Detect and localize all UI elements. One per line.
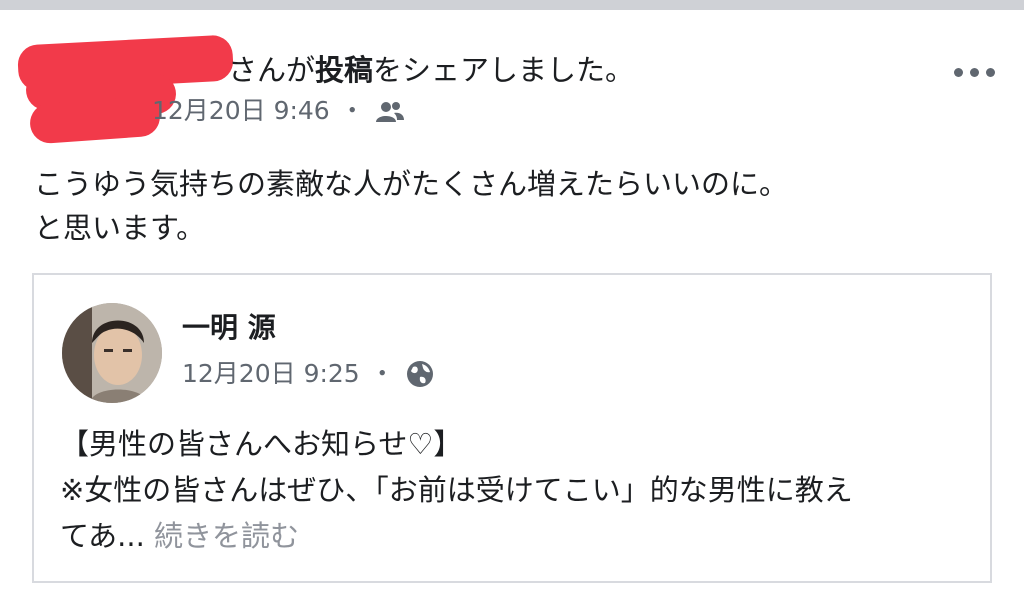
shared-body-truncated: てあ... [60, 519, 145, 553]
post-text-line: と思います。 [34, 211, 206, 245]
post-text-line: こうゆう気持ちの素敵な人がたくさん増えたらいいのに。 [34, 167, 789, 201]
globe-icon[interactable] [405, 359, 435, 389]
shared-body-line: 【男性の皆さんへお知らせ♡】 [60, 427, 463, 461]
meta-separator: ・ [339, 96, 365, 125]
shared-timestamp[interactable]: 12月20日 9:25 [182, 359, 360, 389]
more-horizontal-icon[interactable] [952, 60, 998, 84]
header-suffix-pre: さんが [228, 53, 316, 87]
see-more-link[interactable]: 続きを読む [154, 519, 299, 553]
friends-icon[interactable] [375, 100, 405, 122]
post-link[interactable]: 投稿 [315, 53, 373, 87]
meta-separator: ・ [369, 359, 395, 388]
shared-post-card[interactable]: 一明 源 12月20日 9:25 ・ 【男性の皆さんへお知らせ♡】 ※女性の皆さ… [32, 273, 992, 583]
shared-meta: 12月20日 9:25 ・ [182, 359, 435, 389]
top-divider-bar [0, 0, 1024, 10]
shared-body: 【男性の皆さんへお知らせ♡】 ※女性の皆さんはぜひ、「お前は受けてこい」的な男性… [60, 421, 980, 559]
post-timestamp[interactable]: 12月20日 9:46 [152, 96, 330, 126]
header-suffix-post: をシェアしました。 [373, 53, 635, 87]
post-text: こうゆう気持ちの素敵な人がたくさん増えたらいいのに。 と思います。 [34, 162, 788, 250]
avatar[interactable] [62, 303, 162, 403]
post-meta: 12月20日 9:46 ・ [152, 96, 405, 126]
shared-body-line: てあ... 続きを読む [60, 513, 980, 559]
shared-author-name[interactable]: 一明 源 [182, 311, 276, 345]
shared-body-line: ※女性の皆さんはぜひ、「お前は受けてこい」的な男性に教え [60, 473, 853, 507]
post-header: さんが投稿をシェアしました。 [228, 52, 634, 88]
